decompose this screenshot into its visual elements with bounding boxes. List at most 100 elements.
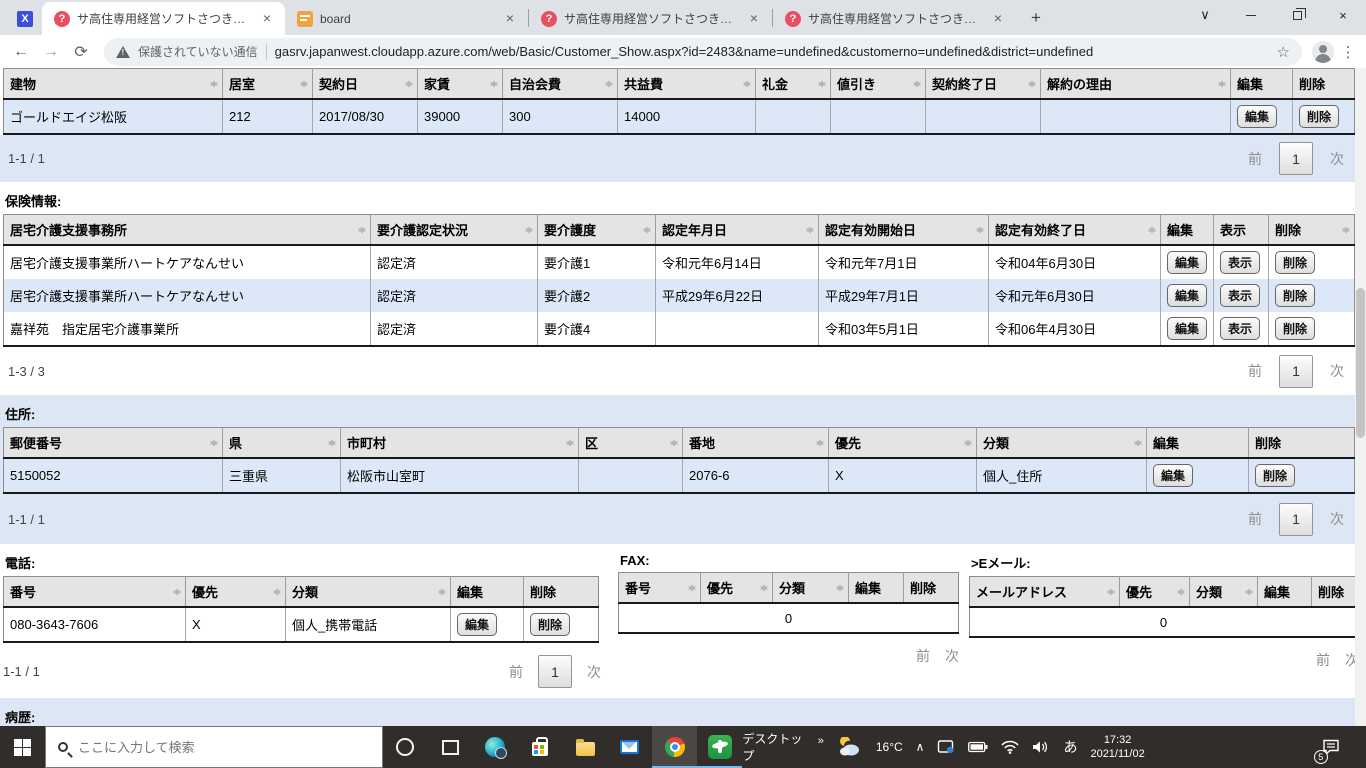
bookmark-star-icon[interactable]: ☆ — [1277, 43, 1290, 61]
col-city[interactable]: 市町村 — [340, 427, 579, 459]
prev-button[interactable]: 前 — [509, 662, 523, 682]
tab-close-icon[interactable]: × — [502, 10, 518, 27]
col-contract-end[interactable]: 契約終了日 — [925, 68, 1041, 100]
sort-icon[interactable] — [438, 584, 447, 599]
sort-icon[interactable] — [173, 584, 182, 599]
next-button[interactable]: 次 — [1330, 361, 1344, 381]
delete-button[interactable]: 削除 — [530, 613, 571, 636]
tab-close-icon[interactable]: × — [746, 10, 762, 27]
col-priority[interactable]: 優先 — [185, 576, 286, 608]
desktop-label[interactable]: デスクトップ — [742, 730, 804, 764]
mail-button[interactable] — [607, 726, 652, 768]
sort-icon[interactable] — [566, 435, 575, 450]
edit-button[interactable]: 編集 — [457, 613, 498, 636]
col-cert-date[interactable]: 認定年月日 — [655, 214, 819, 246]
sort-icon[interactable] — [1028, 76, 1037, 91]
delete-button[interactable]: 削除 — [1275, 284, 1316, 307]
tab-search-chevron-icon[interactable]: ∨ — [1182, 0, 1228, 30]
pinned-tab[interactable]: X — [8, 2, 42, 35]
col-priority[interactable]: 優先 — [1119, 576, 1190, 608]
col-valid-end[interactable]: 認定有効終了日 — [988, 214, 1161, 246]
sort-icon[interactable] — [760, 580, 769, 595]
sort-icon[interactable] — [670, 435, 679, 450]
col-care-office[interactable]: 居宅介護支援事務所 — [3, 214, 371, 246]
sort-icon[interactable] — [490, 76, 499, 91]
scrollbar-thumb[interactable] — [1356, 288, 1365, 438]
delete-button[interactable]: 削除 — [1275, 317, 1316, 340]
col-key-money[interactable]: 礼金 — [755, 68, 831, 100]
col-category[interactable]: 分類 — [285, 576, 451, 608]
sort-icon[interactable] — [688, 580, 697, 595]
page-1-button[interactable]: 1 — [1279, 354, 1313, 388]
col-care-level[interactable]: 要介護度 — [537, 214, 656, 246]
prev-button[interactable]: 前 — [1248, 509, 1262, 529]
sort-icon[interactable] — [816, 435, 825, 450]
battery-tray-icon[interactable] — [968, 741, 988, 753]
profile-avatar[interactable] — [1312, 40, 1334, 63]
delete-button[interactable]: 削除 — [1255, 464, 1296, 487]
action-center-button[interactable]: 5 — [1313, 732, 1344, 764]
col-ward[interactable]: 区 — [578, 427, 683, 459]
sort-icon[interactable] — [1107, 584, 1116, 599]
sort-icon[interactable] — [273, 584, 282, 599]
sort-icon[interactable] — [1218, 76, 1227, 91]
page-scrollbar[interactable] — [1355, 68, 1366, 726]
col-number[interactable]: 番号 — [3, 576, 186, 608]
desktop-more-icon[interactable]: » — [818, 735, 824, 747]
satsuki-app-button[interactable] — [697, 726, 742, 768]
next-button[interactable]: 次 — [1330, 149, 1344, 169]
sort-icon[interactable] — [643, 222, 652, 237]
tab-close-icon[interactable]: × — [259, 10, 275, 27]
col-email-address[interactable]: メールアドレス — [969, 576, 1120, 608]
col-postal-code[interactable]: 郵便番号 — [3, 427, 223, 459]
next-button[interactable]: 次 — [587, 662, 601, 682]
volume-tray-icon[interactable] — [1032, 740, 1050, 754]
sort-icon[interactable] — [1245, 584, 1254, 599]
prev-button[interactable]: 前 — [916, 646, 930, 666]
col-certification-status[interactable]: 要介護認定状況 — [370, 214, 538, 246]
edit-button[interactable]: 編集 — [1167, 317, 1208, 340]
restore-button[interactable] — [1274, 0, 1320, 30]
sort-icon[interactable] — [405, 76, 414, 91]
reload-button[interactable]: ⟳ — [68, 39, 94, 65]
sort-icon[interactable] — [210, 435, 219, 450]
start-button[interactable] — [0, 726, 45, 768]
tab-close-icon[interactable]: × — [990, 10, 1006, 27]
col-category[interactable]: 分類 — [976, 427, 1147, 459]
sort-icon[interactable] — [964, 435, 973, 450]
sort-icon[interactable] — [328, 435, 337, 450]
edit-button[interactable]: 編集 — [1167, 284, 1208, 307]
edge-button[interactable] — [473, 726, 518, 768]
sort-icon[interactable] — [358, 222, 367, 237]
url-text[interactable]: gasrv.japanwest.cloudapp.azure.com/web/B… — [275, 44, 1094, 59]
sort-icon[interactable] — [300, 76, 309, 91]
tab-2[interactable]: board × — [285, 2, 528, 35]
taskbar-search[interactable] — [44, 726, 383, 768]
page-1-button[interactable]: 1 — [538, 655, 572, 688]
col-building[interactable]: 建物 — [3, 68, 223, 100]
ime-indicator[interactable]: あ — [1063, 737, 1077, 757]
col-association-fee[interactable]: 自治会費 — [502, 68, 618, 100]
page-1-button[interactable]: 1 — [1279, 142, 1313, 175]
col-common-fee[interactable]: 共益費 — [617, 68, 756, 100]
next-button[interactable]: 次 — [1330, 509, 1344, 529]
show-button[interactable]: 表示 — [1220, 251, 1261, 274]
show-button[interactable]: 表示 — [1220, 284, 1261, 307]
sort-icon[interactable] — [210, 76, 219, 91]
hidden-icons-chevron[interactable]: ∧ — [916, 740, 925, 754]
tab-3[interactable]: ? サ高住専用経営ソフトさつきちゃん × — [529, 2, 772, 35]
cortana-button[interactable] — [383, 726, 428, 768]
weather-icon[interactable] — [837, 737, 863, 757]
col-number[interactable]: 番号 — [618, 572, 701, 604]
page-1-button[interactable]: 1 — [1279, 502, 1313, 536]
sort-icon[interactable] — [525, 222, 534, 237]
prev-button[interactable]: 前 — [1316, 650, 1330, 670]
store-button[interactable] — [518, 726, 563, 768]
show-button[interactable]: 表示 — [1220, 317, 1261, 340]
sort-icon[interactable] — [913, 76, 922, 91]
chrome-button[interactable] — [652, 726, 698, 768]
edit-button[interactable]: 編集 — [1153, 464, 1194, 487]
tab-4[interactable]: ? サ高住専用経営ソフトさつきちゃん × — [773, 2, 1016, 35]
sort-icon[interactable] — [976, 222, 985, 237]
wifi-tray-icon[interactable] — [1001, 740, 1019, 754]
